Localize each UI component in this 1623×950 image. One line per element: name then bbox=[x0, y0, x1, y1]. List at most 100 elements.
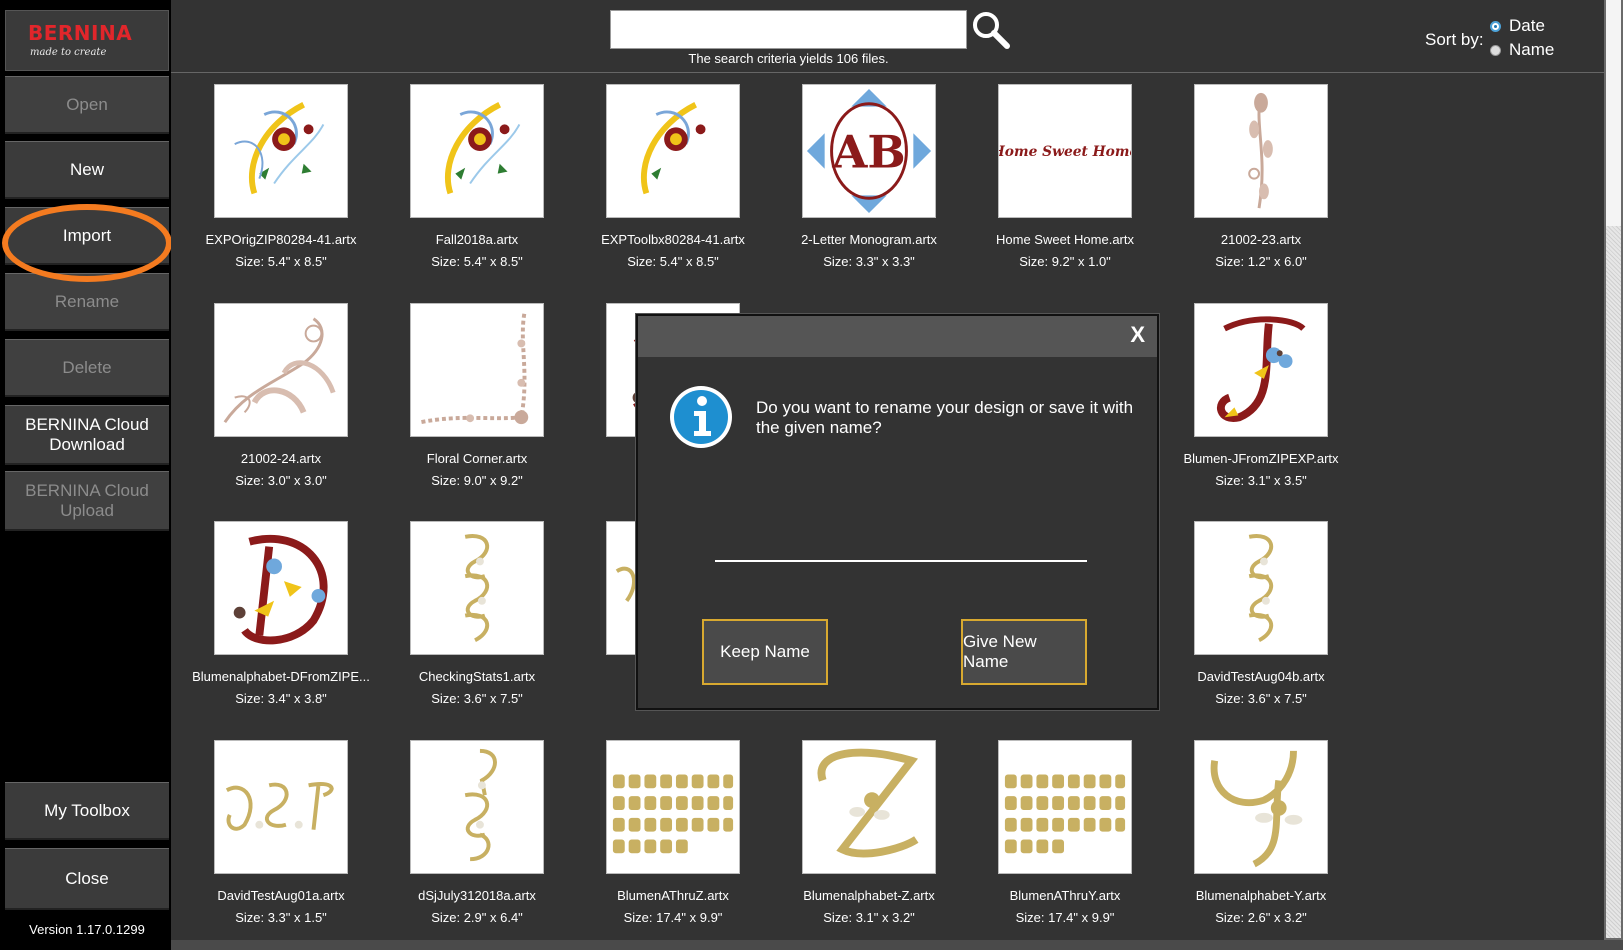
file-tile[interactable]: DavidTestAug04b.artx Size: 3.6" x 7.5" bbox=[1168, 521, 1364, 717]
file-size: Size: 1.2" x 6.0" bbox=[1215, 254, 1307, 269]
file-tile[interactable]: Blumenalphabet-Y.artx Size: 2.6" x 3.2" bbox=[1168, 740, 1364, 936]
file-size: Size: 9.2" x 1.0" bbox=[1019, 254, 1111, 269]
file-name: DavidTestAug04b.artx bbox=[1197, 669, 1325, 684]
file-size: Size: 5.4" x 8.5" bbox=[627, 254, 719, 269]
file-tile[interactable]: CheckingStats1.artx Size: 3.6" x 7.5" bbox=[384, 521, 580, 717]
file-name: Fall2018a.artx bbox=[435, 232, 519, 247]
file-name: CheckingStats1.artx bbox=[418, 669, 536, 684]
file-tile[interactable]: EXPOrigZIP80284-41.artx Size: 5.4" x 8.5… bbox=[188, 84, 384, 280]
file-tile[interactable]: dSjJuly312018a.artx Size: 2.9" x 6.4" bbox=[384, 740, 580, 936]
open-button-label: Open bbox=[66, 94, 108, 114]
monogram-text: AB bbox=[831, 125, 905, 179]
file-tile[interactable]: 21002-24.artx Size: 3.0" x 3.0" bbox=[188, 303, 384, 499]
file-tile[interactable]: DavidTestAug01a.artx Size: 3.3" x 1.5" bbox=[188, 740, 384, 936]
file-tile[interactable]: Home Sweet Home Home Sweet Home.artx Siz… bbox=[972, 84, 1168, 280]
file-tile[interactable]: BlumenAThruY.artx Size: 17.4" x 9.9" bbox=[972, 740, 1168, 936]
design-thumbnail bbox=[606, 84, 740, 218]
radio-unselected-icon[interactable] bbox=[1490, 44, 1501, 56]
scrollbar-thumb[interactable] bbox=[1606, 0, 1621, 226]
file-size: Size: 17.4" x 9.9" bbox=[1015, 910, 1115, 925]
search-result-count: The search criteria yields 106 files. bbox=[688, 51, 889, 66]
info-icon bbox=[670, 386, 732, 448]
dialog-close-button[interactable]: X bbox=[1130, 322, 1145, 348]
file-name: 21002-24.artx bbox=[240, 451, 322, 466]
cloud-upload-button[interactable]: BERNINA Cloud Upload bbox=[5, 471, 169, 531]
give-new-name-button[interactable]: Give New Name bbox=[961, 619, 1087, 685]
design-thumbnail bbox=[1194, 84, 1328, 218]
cloud-upload-label-2: Upload bbox=[60, 500, 114, 520]
home-sweet-home-text: Home Sweet Home bbox=[999, 144, 1131, 160]
file-name: Blumenalphabet-Y.artx bbox=[1195, 888, 1327, 903]
file-tile[interactable]: Blumenalphabet-DFromZIPE... Size: 3.4" x… bbox=[188, 521, 384, 717]
design-name-input[interactable] bbox=[715, 522, 1087, 562]
logo-tagline: made to create bbox=[30, 47, 107, 58]
file-size: Size: 3.4" x 3.8" bbox=[235, 691, 327, 706]
my-toolbox-label: My Toolbox bbox=[44, 800, 130, 820]
design-thumbnail: Home Sweet Home bbox=[998, 84, 1132, 218]
keep-name-button[interactable]: Keep Name bbox=[702, 619, 828, 685]
file-size: Size: 3.1" x 3.5" bbox=[1215, 473, 1307, 488]
file-name: 2-Letter Monogram.artx bbox=[801, 232, 937, 247]
cloud-download-button[interactable]: BERNINA Cloud Download bbox=[5, 405, 169, 465]
file-name: Blumen-JFromZIPEXP.artx bbox=[1183, 451, 1339, 466]
design-thumbnail bbox=[214, 521, 348, 655]
design-thumbnail bbox=[410, 740, 544, 874]
bottom-edge bbox=[171, 940, 1623, 950]
rename-button-label: Rename bbox=[54, 291, 120, 311]
file-size: Size: 3.6" x 7.5" bbox=[431, 691, 523, 706]
file-tile[interactable]: Floral Corner.artx Size: 9.0" x 9.2" bbox=[384, 303, 580, 499]
file-name: dSjJuly312018a.artx bbox=[418, 888, 536, 903]
file-name: Home Sweet Home.artx bbox=[996, 232, 1134, 247]
file-name: EXPOrigZIP80284-41.artx bbox=[205, 232, 357, 247]
search-icon bbox=[973, 12, 1010, 49]
file-size: Size: 17.4" x 9.9" bbox=[623, 910, 723, 925]
file-tile[interactable]: Blumenalphabet-Z.artx Size: 3.1" x 3.2" bbox=[776, 740, 972, 936]
keep-name-label: Keep Name bbox=[720, 642, 810, 661]
delete-button[interactable]: Delete bbox=[5, 339, 169, 397]
sidebar: BERNINA made to create Open New Import R… bbox=[0, 0, 170, 950]
sort-option-name[interactable]: Name bbox=[1490, 40, 1554, 60]
file-name: Floral Corner.artx bbox=[426, 451, 528, 466]
design-thumbnail: AB bbox=[802, 84, 936, 218]
version-label: Version 1.17.0.1299 bbox=[29, 922, 145, 937]
import-button-label: Import bbox=[62, 225, 112, 245]
file-tile[interactable]: AB 2-Letter Monogram.artx Size: 3.3" x 3… bbox=[776, 84, 972, 280]
logo-brand: BERNINA bbox=[28, 21, 133, 45]
file-name: DavidTestAug01a.artx bbox=[217, 888, 345, 903]
design-thumbnail bbox=[410, 84, 544, 218]
file-tile[interactable]: Fall2018a.artx Size: 5.4" x 8.5" bbox=[384, 84, 580, 280]
design-thumbnail bbox=[214, 303, 348, 437]
sort-option-name-label: Name bbox=[1509, 40, 1555, 59]
file-size: Size: 3.3" x 1.5" bbox=[235, 910, 327, 925]
open-button[interactable]: Open bbox=[5, 76, 169, 134]
import-button[interactable]: Import bbox=[5, 207, 169, 265]
file-tile[interactable]: Blumen-JFromZIPEXP.artx Size: 3.1" x 3.5… bbox=[1168, 303, 1364, 499]
close-button[interactable]: Close bbox=[5, 848, 169, 910]
radio-selected-icon[interactable] bbox=[1490, 20, 1501, 32]
file-tile[interactable]: EXPToolbx80284-41.artx Size: 5.4" x 8.5" bbox=[580, 84, 776, 280]
design-thumbnail bbox=[214, 84, 348, 218]
new-button[interactable]: New bbox=[5, 141, 169, 199]
cloud-upload-label-1: BERNINA Cloud bbox=[25, 480, 149, 500]
design-thumbnail bbox=[1194, 303, 1328, 437]
file-name: Blumenalphabet-Z.artx bbox=[803, 888, 935, 903]
search-input[interactable] bbox=[610, 10, 967, 49]
new-button-label: New bbox=[69, 159, 104, 179]
top-bar: The search criteria yields 106 files. So… bbox=[171, 0, 1604, 73]
my-toolbox-button[interactable]: My Toolbox bbox=[5, 782, 169, 840]
bernina-logo: BERNINA made to create bbox=[5, 10, 169, 71]
file-tile[interactable]: BlumenAThruZ.artx Size: 17.4" x 9.9" bbox=[580, 740, 776, 936]
scrollbar-track[interactable] bbox=[1606, 226, 1621, 938]
rename-button[interactable]: Rename bbox=[5, 273, 169, 331]
design-thumbnail bbox=[998, 740, 1132, 874]
file-name: BlumenAThruY.artx bbox=[1009, 888, 1121, 903]
sort-option-date[interactable]: Date bbox=[1490, 16, 1545, 36]
search-button[interactable] bbox=[971, 10, 1011, 50]
rename-dialog: X Do you want to rename your design or s… bbox=[636, 314, 1159, 710]
file-size: Size: 3.0" x 3.0" bbox=[235, 473, 327, 488]
design-thumbnail bbox=[1194, 740, 1328, 874]
close-button-label: Close bbox=[65, 868, 109, 888]
file-name: 21002-23.artx bbox=[1220, 232, 1302, 247]
file-name: Blumenalphabet-DFromZIPE... bbox=[192, 669, 370, 684]
file-tile[interactable]: 21002-23.artx Size: 1.2" x 6.0" bbox=[1168, 84, 1364, 280]
